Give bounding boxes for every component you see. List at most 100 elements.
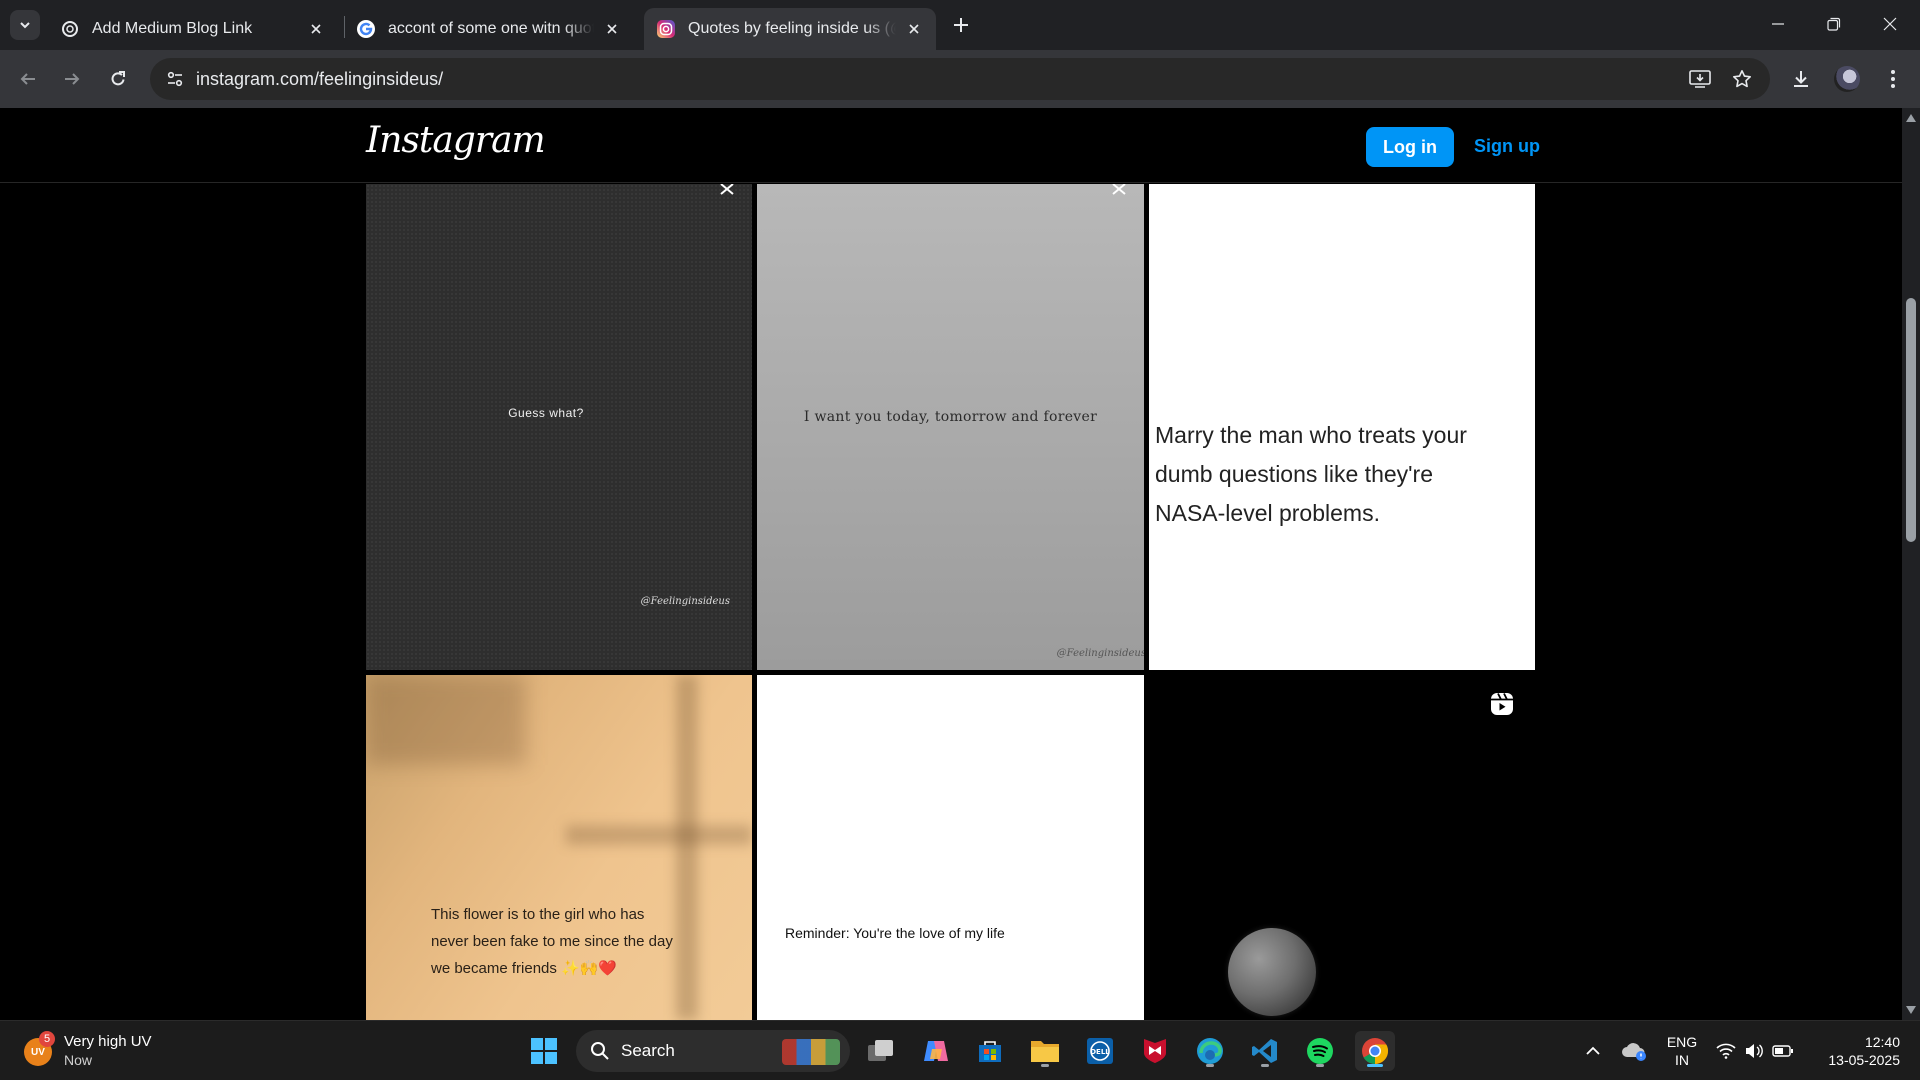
taskbar: UV 5 Very high UV Now Search DELL ENG IN… [0,1020,1920,1080]
moon-image [1228,928,1316,1016]
store-icon [979,1041,1001,1062]
star-icon [1733,70,1751,88]
post-text: Marry the man who treats your dumb quest… [1155,422,1467,526]
task-view-button[interactable] [861,1031,901,1071]
mcafee-button[interactable] [1135,1031,1175,1071]
post-tile[interactable]: Reminder: You're the love of my life [757,675,1144,1020]
profile-avatar[interactable] [1834,66,1860,92]
downloads-button[interactable] [1785,63,1817,95]
taskbar-search[interactable]: Search [576,1030,850,1072]
file-explorer-button[interactable] [1025,1031,1065,1071]
reload-icon [111,71,125,86]
forward-button[interactable] [56,63,88,95]
weather-widget[interactable]: UV 5 Very high UV Now [22,1029,192,1073]
language-code: ENG [1666,1034,1698,1050]
tab-accont-quotes[interactable]: accont of some one witn quotes [344,8,634,50]
arrow-right-icon [65,73,80,85]
weather-title: Very high UV [64,1033,152,1050]
notification-badge: 5 [39,1031,55,1047]
scrollbar-thumb[interactable] [1906,298,1916,542]
battery-icon [1772,1045,1793,1057]
reload-button[interactable] [102,63,134,95]
clock-date: 13-05-2025 [1828,1052,1900,1068]
post-watermark: @Feelinginsideus [640,596,730,607]
running-indicator [1041,1064,1049,1067]
tab-title: accont of some one witn quotes [388,20,594,37]
chrome-menu-button[interactable] [1877,63,1909,95]
new-tab-button[interactable] [948,12,974,38]
microsoft-store-button[interactable] [970,1031,1010,1071]
carousel-icon [720,184,734,195]
instagram-logo[interactable]: Instagram [366,120,546,161]
search-highlight-image [782,1039,840,1065]
close-tab-icon[interactable] [904,19,924,39]
restore-button[interactable] [1806,0,1862,48]
close-tab-icon[interactable] [306,19,326,39]
scroll-up-icon[interactable] [1905,112,1917,124]
onedrive-button[interactable] [1614,1031,1654,1071]
post-watermark: @Feelinginsideus [1056,648,1144,659]
clock-time: 12:40 [1864,1034,1900,1050]
post-tile[interactable]: This flower is to the girl who has never… [366,675,752,1020]
running-indicator [1261,1064,1269,1067]
page-viewport: Instagram Log in Sign up Guess what? @Fe… [0,108,1902,1020]
show-hidden-icons-button[interactable] [1573,1031,1613,1071]
folder-icon [1031,1041,1059,1062]
badge-count: 5 [43,1033,51,1045]
edge-button[interactable] [1190,1031,1230,1071]
log-in-button[interactable]: Log in [1366,127,1454,167]
chrome-icon [1362,1038,1389,1065]
copilot-button[interactable] [916,1031,956,1071]
wifi-icon [1716,1043,1736,1059]
window-shadow [366,675,526,765]
minimize-button[interactable] [1750,0,1806,48]
post-tile[interactable]: I want you today, tomorrow and forever @… [757,184,1144,670]
plus-icon [954,18,968,32]
post-text: This flower is to the girl who has never… [431,906,673,977]
close-tab-icon[interactable] [602,19,622,39]
chrome-button[interactable] [1355,1031,1395,1071]
install-app-button[interactable] [1686,65,1714,93]
arrow-left-icon [20,73,35,85]
cloud-icon [1622,1043,1646,1061]
vscode-button[interactable] [1245,1031,1285,1071]
scroll-down-icon[interactable] [1905,1004,1917,1016]
tab-instagram-quotes[interactable]: Quotes by feeling inside us (@feelingins… [644,8,936,50]
tab-title: Quotes by feeling inside us (@feelingins… [688,20,896,37]
running-indicator [1206,1064,1214,1067]
tab-search-button[interactable] [10,10,40,40]
search-label: Search [621,1041,675,1060]
start-button[interactable] [524,1031,564,1071]
close-window-button[interactable] [1862,0,1918,48]
back-button[interactable] [12,63,44,95]
browser-toolbar: instagram.com/feelinginsideus/ [0,50,1920,108]
running-indicator [1367,1064,1383,1067]
post-tile[interactable]: Marry the man who treats your dumb quest… [1149,184,1535,670]
post-text: Reminder: You're the love of my life [785,925,1005,941]
weather-subtitle: Now [64,1052,93,1068]
post-text: Guess what? [508,406,584,420]
system-tray-quick-settings[interactable] [1712,1031,1798,1071]
page-scrollbar[interactable] [1902,108,1920,1020]
volume-icon [1746,1044,1763,1058]
svg-text:DELL: DELL [1090,1048,1110,1056]
language-region: IN [1675,1052,1689,1068]
task-view-icon [868,1040,893,1061]
url-text[interactable]: instagram.com/feelinginsideus/ [196,69,443,90]
post-text: I want you today, tomorrow and forever [803,409,1098,425]
sign-up-link[interactable]: Sign up [1474,136,1540,157]
edge-icon [1197,1038,1223,1064]
mcafee-icon [1144,1039,1166,1063]
spotify-button[interactable] [1300,1031,1340,1071]
tab-add-medium-blog-link[interactable]: Add Medium Blog Link [48,8,338,50]
reel-tile[interactable] [1149,675,1535,1020]
clock[interactable]: 12:40 13-05-2025 [1812,1033,1900,1069]
site-info-button[interactable] [160,64,190,94]
bookmark-button[interactable] [1728,65,1756,93]
post-tile[interactable]: Guess what? @Feelinginsideus [366,184,752,670]
minimize-icon [1772,23,1784,25]
input-language[interactable]: ENG IN [1660,1033,1704,1069]
dell-button[interactable]: DELL [1080,1031,1120,1071]
address-bar[interactable]: instagram.com/feelinginsideus/ [150,58,1770,100]
tab-strip: Add Medium Blog Link accont of some one … [0,0,1920,50]
